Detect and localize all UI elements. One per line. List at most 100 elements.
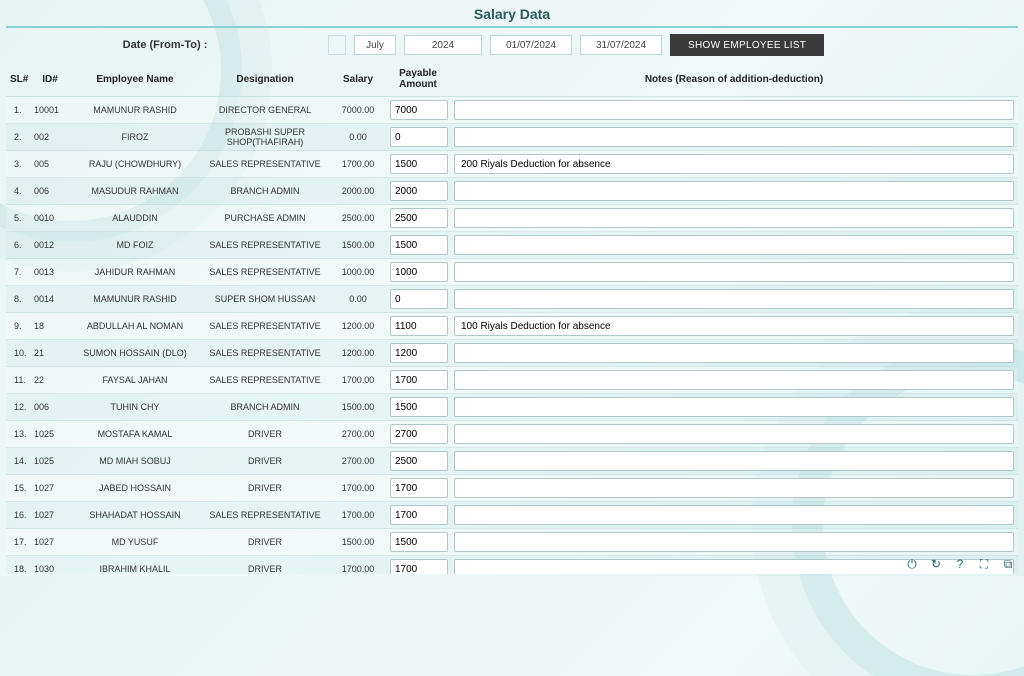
payable-input[interactable] [390,181,448,201]
cell-payable [386,151,450,178]
table-row: 1.10001MAMUNUR RASHIDDIRECTOR GENERAL700… [6,97,1018,124]
cell-id: 006 [30,178,70,205]
col-id: ID# [30,62,70,97]
notes-input[interactable] [454,397,1014,417]
notes-input[interactable] [454,505,1014,525]
payable-input[interactable] [390,397,448,417]
payable-input[interactable] [390,343,448,363]
cell-salary: 1200.00 [330,340,386,367]
cell-payable [386,340,450,367]
payable-input[interactable] [390,208,448,228]
expand-icon[interactable]: ⛶ [976,556,992,572]
notes-input[interactable] [454,478,1014,498]
cell-id: 1025 [30,421,70,448]
table-row: 16.1027SHAHADAT HOSSAINSALES REPRESENTAT… [6,502,1018,529]
payable-input[interactable] [390,532,448,552]
cell-designation: SALES REPRESENTATIVE [200,259,330,286]
payable-input[interactable] [390,127,448,147]
cell-sl: 7. [6,259,30,286]
payable-input[interactable] [390,154,448,174]
date-to-input[interactable] [580,35,662,55]
notes-input[interactable] [454,343,1014,363]
cell-salary: 2700.00 [330,448,386,475]
cell-designation: BRANCH ADMIN [200,178,330,205]
power-icon[interactable]: ⏻ [904,556,920,572]
cell-payable [386,97,450,124]
table-row: 8.0014MAMUNUR RASHIDSUPER SHOM HUSSAN0.0… [6,286,1018,313]
notes-input[interactable] [454,100,1014,120]
cell-payable [386,124,450,151]
cell-name: MD YUSUF [70,529,200,556]
table-row: 9.18ABDULLAH AL NOMANSALES REPRESENTATIV… [6,313,1018,340]
notes-input[interactable] [454,262,1014,282]
notes-input[interactable] [454,316,1014,336]
cell-id: 1027 [30,475,70,502]
cell-notes [450,151,1018,178]
payable-input[interactable] [390,370,448,390]
cell-notes [450,502,1018,529]
cell-name: JAHIDUR RAHMAN [70,259,200,286]
sync-icon[interactable]: ↻ [928,556,944,572]
table-row: 13.1025MOSTAFA KAMALDRIVER2700.00 [6,421,1018,448]
notes-input[interactable] [454,370,1014,390]
payable-input[interactable] [390,262,448,282]
table-row: 11.22FAYSAL JAHANSALES REPRESENTATIVE170… [6,367,1018,394]
cell-sl: 10. [6,340,30,367]
cell-sl: 12. [6,394,30,421]
cell-name: FIROZ [70,124,200,151]
cell-sl: 1. [6,97,30,124]
notes-input[interactable] [454,235,1014,255]
payable-input[interactable] [390,316,448,336]
cell-name: ABDULLAH AL NOMAN [70,313,200,340]
year-input[interactable] [404,35,482,55]
cell-name: MOSTAFA KAMAL [70,421,200,448]
cell-notes [450,286,1018,313]
notes-input[interactable] [454,208,1014,228]
filter-blank-input[interactable] [328,35,346,55]
cell-sl: 18. [6,556,30,575]
cell-sl: 9. [6,313,30,340]
cell-payable [386,475,450,502]
table-row: 2.002FIROZPROBASHI SUPER SHOP(THAFIRAH)0… [6,124,1018,151]
payable-input[interactable] [390,559,448,574]
month-input[interactable] [354,35,396,55]
cell-id: 1027 [30,529,70,556]
cell-id: 1025 [30,448,70,475]
cell-notes [450,232,1018,259]
notes-input[interactable] [454,532,1014,552]
help-icon[interactable]: ? [952,556,968,572]
cell-designation: DRIVER [200,529,330,556]
notes-input[interactable] [454,289,1014,309]
payable-input[interactable] [390,478,448,498]
payable-input[interactable] [390,289,448,309]
notes-input[interactable] [454,154,1014,174]
cell-payable [386,394,450,421]
cell-designation: SALES REPRESENTATIVE [200,502,330,529]
show-employee-list-button[interactable]: SHOW EMPLOYEE LIST [670,34,824,56]
notes-input[interactable] [454,451,1014,471]
notes-input[interactable] [454,424,1014,444]
cell-salary: 1500.00 [330,394,386,421]
popout-icon[interactable]: ⧉ [1000,556,1016,572]
payable-input[interactable] [390,235,448,255]
cell-salary: 1700.00 [330,475,386,502]
notes-input[interactable] [454,181,1014,201]
cell-name: JABED HOSSAIN [70,475,200,502]
payable-input[interactable] [390,505,448,525]
cell-payable [386,421,450,448]
cell-notes [450,313,1018,340]
cell-notes [450,178,1018,205]
table-row: 15.1027JABED HOSSAINDRIVER1700.00 [6,475,1018,502]
date-from-input[interactable] [490,35,572,55]
table-row: 10.21SUMON HOSSAIN (DLO)SALES REPRESENTA… [6,340,1018,367]
cell-sl: 15. [6,475,30,502]
cell-salary: 1000.00 [330,259,386,286]
notes-input[interactable] [454,127,1014,147]
cell-name: TUHIN CHY [70,394,200,421]
payable-input[interactable] [390,424,448,444]
payable-input[interactable] [390,451,448,471]
cell-payable [386,502,450,529]
payable-input[interactable] [390,100,448,120]
cell-name: MASUDUR RAHMAN [70,178,200,205]
table-header-row: SL# ID# Employee Name Designation Salary… [6,62,1018,97]
